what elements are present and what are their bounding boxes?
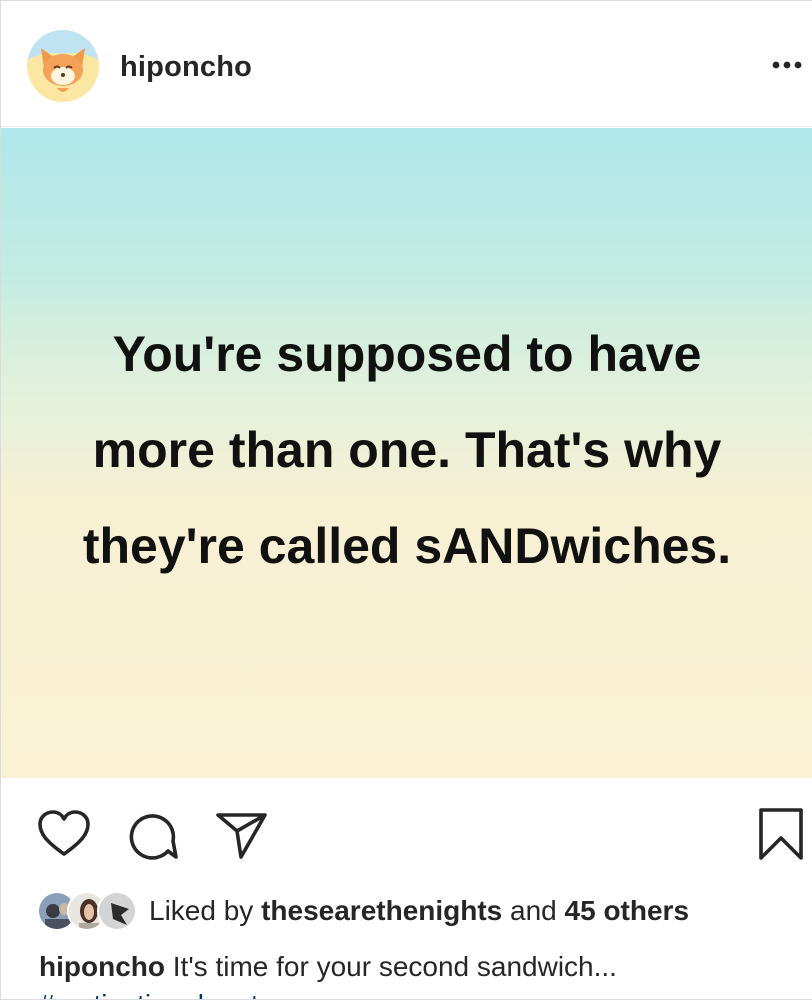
instagram-post: hiponcho You're supposed to have more th… — [0, 0, 812, 1000]
action-bar — [1, 779, 812, 879]
likes-prefix: Liked by — [149, 895, 254, 926]
avatar[interactable] — [27, 30, 99, 102]
liker-avatars — [37, 891, 139, 931]
likes-and: and — [510, 895, 557, 926]
comment-icon[interactable] — [125, 811, 179, 861]
likes-summary: Liked by thesearethenights and 45 others — [149, 895, 689, 927]
avatar[interactable] — [97, 891, 137, 931]
heart-icon[interactable] — [37, 809, 91, 859]
hashtag-link[interactable]: #motivationalquotes — [39, 989, 288, 999]
quote-line: more than one. That's why — [92, 422, 722, 478]
bookmark-icon[interactable] — [757, 807, 805, 861]
post-caption: hiponcho It's time for your second sandw… — [39, 951, 617, 983]
post-header: hiponcho — [1, 1, 812, 127]
liker-username[interactable]: thesearethenights — [261, 895, 502, 926]
post-image[interactable]: You're supposed to have more than one. T… — [1, 128, 812, 778]
fox-logo-icon — [27, 30, 99, 102]
quote-line: You're supposed to have — [112, 326, 702, 382]
post-username[interactable]: hiponcho — [120, 51, 252, 84]
caption-username[interactable]: hiponcho — [39, 951, 165, 982]
paper-plane-icon[interactable] — [215, 811, 269, 861]
likes-others-link[interactable]: 45 others — [565, 895, 690, 926]
quote-text: You're supposed to have more than one. T… — [27, 306, 787, 594]
caption-text: It's time for your second sandwich... — [172, 951, 617, 982]
quote-line: they're called sANDwiches. — [82, 518, 732, 574]
more-options-icon[interactable] — [767, 53, 807, 77]
likes-row: Liked by thesearethenights and 45 others — [37, 889, 689, 933]
